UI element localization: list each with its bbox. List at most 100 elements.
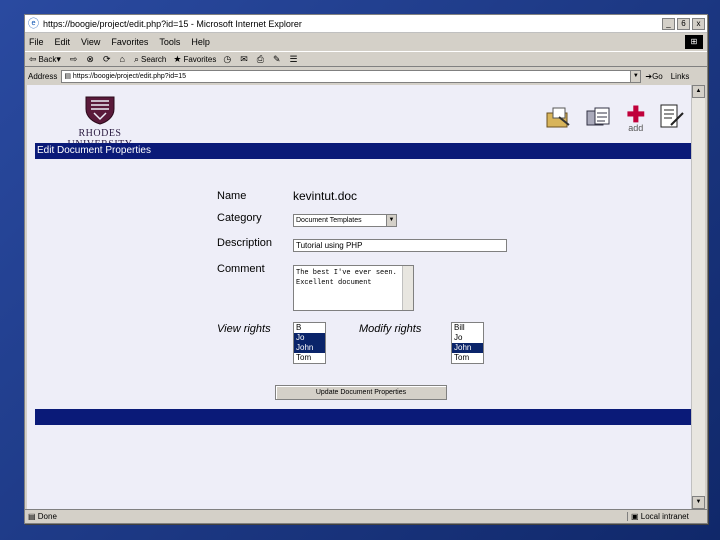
favorites-icon: ★: [173, 53, 182, 64]
page-header-bar: Edit Document Properties: [35, 143, 691, 159]
comment-value: The best I've ever seen. Excellent docum…: [296, 269, 397, 287]
action-icons: ✚ add: [533, 103, 685, 133]
scroll-down-icon[interactable]: ▼: [692, 496, 705, 509]
history-button[interactable]: ◷: [223, 54, 233, 65]
page-title: Edit Document Properties: [37, 145, 151, 156]
windows-logo-icon: ⊞: [685, 35, 703, 49]
maximize-button[interactable]: 6: [677, 17, 690, 30]
refresh-icon: ⟳: [102, 53, 111, 64]
title-bar: ⓔ https://boogie/project/edit.php?id=15 …: [25, 15, 707, 33]
ie-icon: ⓔ: [28, 17, 39, 30]
category-value: Document Templates: [296, 217, 362, 224]
go-button[interactable]: ➔Go: [645, 72, 662, 81]
menu-tools[interactable]: Tools: [159, 37, 180, 47]
menu-view[interactable]: View: [81, 37, 100, 47]
update-properties-button[interactable]: Update Document Properties: [275, 385, 447, 400]
edit-document-icon[interactable]: [657, 103, 685, 133]
modify-rights-option-0[interactable]: Bill: [452, 323, 483, 333]
open-folder-icon[interactable]: [545, 105, 573, 133]
refresh-button[interactable]: ⟳: [103, 54, 113, 65]
menu-favorites[interactable]: Favorites: [111, 37, 148, 47]
comment-label: Comment: [217, 263, 265, 275]
search-icon: ⌕: [133, 53, 139, 64]
scroll-up-icon[interactable]: ▲: [692, 85, 705, 98]
university-logo: RHODES UNIVERSITY: [45, 95, 155, 150]
menu-file[interactable]: File: [29, 37, 44, 47]
modify-rights-option-1[interactable]: Jo: [452, 333, 483, 343]
back-button[interactable]: ⇦ Back ▾: [29, 54, 63, 65]
intranet-icon: ▣: [631, 512, 641, 521]
forward-button[interactable]: ⇨: [70, 54, 80, 65]
mail-icon: ✉: [240, 53, 248, 64]
stop-icon: ⊗: [86, 53, 94, 64]
address-url: https://boogie/project/edit.php?id=15: [72, 72, 186, 80]
discuss-button[interactable]: ☰: [290, 54, 300, 65]
close-button[interactable]: x: [692, 17, 705, 30]
edit-icon: ✎: [272, 53, 281, 64]
address-dropdown-icon[interactable]: ▼: [630, 70, 641, 82]
forward-arrow-icon: ⇨: [69, 53, 78, 64]
minimize-button[interactable]: _: [662, 17, 675, 30]
favorites-button[interactable]: ★ Favorites: [173, 54, 216, 65]
menu-help[interactable]: Help: [191, 37, 210, 47]
mail-button[interactable]: ✉: [240, 54, 250, 65]
history-icon: ◷: [223, 53, 232, 64]
view-rights-option-0[interactable]: B: [294, 323, 325, 333]
search-label: Search: [141, 54, 167, 64]
print-icon: ⎙: [256, 53, 264, 64]
comment-textarea[interactable]: The best I've ever seen. Excellent docum…: [293, 265, 414, 311]
back-arrow-icon: ⇦: [29, 53, 37, 64]
links-button[interactable]: Links: [671, 72, 690, 81]
menu-bar: File Edit View Favorites Tools Help ⊞: [25, 33, 707, 51]
page-scrollbar[interactable]: ▲ ▼: [691, 85, 705, 509]
edit-page-button[interactable]: ✎: [273, 54, 283, 65]
address-label: Address: [28, 71, 58, 81]
chevron-down-icon: ▼: [386, 215, 396, 226]
status-page-icon: ▤: [28, 512, 38, 521]
modify-rights-label: Modify rights: [359, 323, 421, 335]
modify-rights-option-2[interactable]: John: [452, 343, 483, 353]
add-button[interactable]: ✚ add: [626, 102, 645, 134]
address-input[interactable]: ▤ https://boogie/project/edit.php?id=15 …: [61, 69, 642, 83]
window-title: https://boogie/project/edit.php?id=15 - …: [43, 18, 302, 29]
stop-button[interactable]: ⊗: [86, 54, 96, 65]
name-value: kevintut.doc: [293, 189, 358, 203]
standard-toolbar: ⇦ Back ▾ ⇨ ⊗ ⟳ ⌂ ⌕ Search ★ Favorites ◷ ✉ ⎙ …: [25, 51, 707, 67]
page-icon: ▤: [64, 73, 73, 80]
page-content: RHODES UNIVERSITY ✚ add: [27, 85, 693, 509]
comment-scrollbar[interactable]: [402, 266, 413, 310]
view-rights-option-3[interactable]: Tom: [294, 353, 325, 363]
modify-rights-text: Modify rights: [359, 323, 422, 335]
print-button[interactable]: ⎙: [257, 54, 266, 65]
back-label: Back: [38, 54, 57, 64]
address-bar: Address ▤ https://boogie/project/edit.ph…: [25, 67, 707, 85]
document-settings-icon[interactable]: [585, 105, 615, 133]
description-label: Description: [217, 237, 273, 249]
favorites-label: Favorites: [183, 54, 217, 64]
view-rights-list[interactable]: B Jo John Tom: [293, 322, 326, 364]
description-input[interactable]: Tutorial using PHP: [293, 239, 507, 252]
add-label: add: [628, 123, 644, 133]
page-footer-bar: [35, 409, 691, 425]
name-label: Name: [217, 190, 247, 202]
browser-window: ⓔ https://boogie/project/edit.php?id=15 …: [24, 14, 708, 524]
discuss-icon: ☰: [289, 53, 298, 64]
category-select[interactable]: Document Templates ▼: [293, 214, 397, 227]
status-text: Done: [37, 512, 57, 521]
category-label: Category: [217, 212, 262, 224]
home-icon: ⌂: [119, 54, 125, 64]
plus-icon: ✚: [626, 102, 645, 127]
crest-icon: [85, 96, 115, 125]
view-rights-option-2[interactable]: John: [294, 343, 325, 353]
view-rights-option-1[interactable]: Jo: [294, 333, 325, 343]
search-button[interactable]: ⌕ Search: [134, 54, 166, 65]
modify-rights-list[interactable]: Bill Jo John Tom: [451, 322, 484, 364]
home-button[interactable]: ⌂: [120, 54, 127, 64]
modify-rights-option-3[interactable]: Tom: [452, 353, 483, 363]
menu-edit[interactable]: Edit: [55, 37, 71, 47]
status-bar: ▤ Done ▣ Local intranet: [25, 509, 707, 523]
description-value: Tutorial using PHP: [296, 241, 363, 250]
chevron-down-icon: ▾: [56, 53, 61, 64]
zone-text: Local intranet: [640, 512, 689, 521]
go-label: Go: [652, 71, 663, 81]
